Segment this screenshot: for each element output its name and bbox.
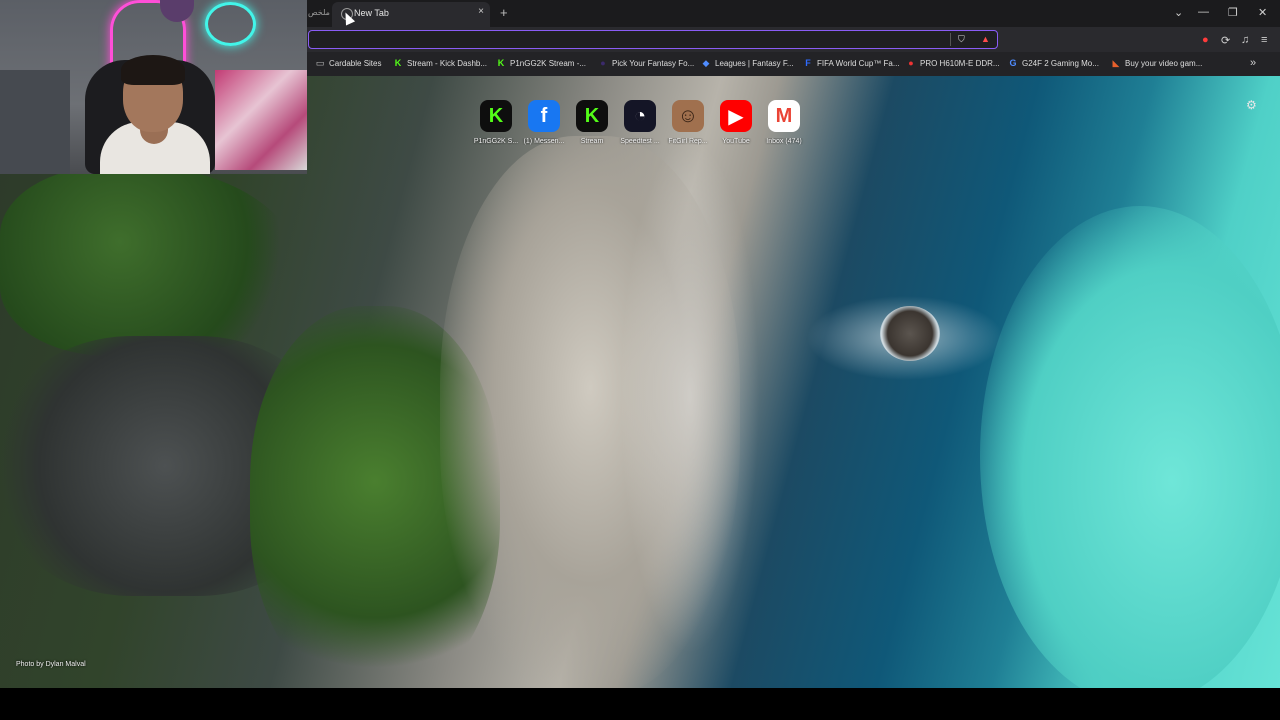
bookmark-item[interactable]: ● Pick Your Fantasy Fo... xyxy=(598,58,694,68)
restore-button[interactable]: ❐ xyxy=(1228,6,1238,19)
gmail-icon: M xyxy=(768,100,800,132)
top-site-label: YouTube xyxy=(722,138,750,145)
streamer-hair xyxy=(121,55,185,85)
top-site-tile[interactable]: ◔ Speedtest ... xyxy=(616,100,664,145)
google-icon: G xyxy=(1009,58,1017,68)
record-icon[interactable]: ● xyxy=(1202,34,1209,46)
close-window-button[interactable]: ✕ xyxy=(1258,6,1267,19)
bookmark-label: FIFA World Cup™ Fa... xyxy=(817,58,900,68)
top-site-tile[interactable]: K Stream xyxy=(568,100,616,145)
top-site-tile[interactable]: ☺ FitGirl Rep... xyxy=(664,100,712,145)
top-site-tile[interactable]: K P1nGG2K S... xyxy=(472,100,520,145)
store-icon: ◣ xyxy=(1112,58,1120,68)
minimize-button[interactable]: — xyxy=(1198,6,1209,18)
fifa-icon: F xyxy=(805,58,811,68)
extensions-icon[interactable]: ⟳ xyxy=(1221,34,1230,47)
kick-icon: K xyxy=(394,58,402,68)
tab-search-icon[interactable]: ⌄ xyxy=(1174,6,1183,19)
bookmark-label: Pick Your Fantasy Fo... xyxy=(612,58,695,68)
bookmark-label: Cardable Sites xyxy=(329,58,382,68)
new-tab-button[interactable]: + xyxy=(500,6,508,19)
tab-strip-label: ملخص xyxy=(308,8,330,17)
top-site-label: Stream xyxy=(580,138,604,145)
tab-close-icon[interactable]: × xyxy=(478,6,484,17)
kick-icon: K xyxy=(480,100,512,132)
fantasy-icon: ● xyxy=(600,58,606,68)
folder-icon: ▭ xyxy=(315,58,325,68)
top-site-tile[interactable]: ▶ YouTube xyxy=(712,100,760,145)
top-site-label: Inbox (474) xyxy=(766,138,802,145)
top-site-label: Speedtest ... xyxy=(620,138,660,145)
kick-icon: K xyxy=(497,58,505,68)
bookmarks-overflow-button[interactable]: » xyxy=(1250,57,1256,69)
bookmark-item[interactable]: ▭ Cardable Sites xyxy=(315,58,382,68)
bookmark-item[interactable]: G G24F 2 Gaming Mo... xyxy=(1008,58,1099,68)
bookmark-item[interactable]: K P1nGG2K Stream -... xyxy=(496,58,586,68)
speedtest-icon: ◔ xyxy=(624,100,656,132)
bottom-letterbox xyxy=(0,688,1280,720)
brave-shield-icon[interactable]: ⛉ xyxy=(958,34,965,45)
top-site-tile[interactable]: M Inbox (474) xyxy=(760,100,808,145)
wallpaper-islet xyxy=(880,306,940,361)
bookmark-label: Leagues | Fantasy F... xyxy=(715,58,794,68)
top-site-label: P1nGG2K S... xyxy=(473,138,519,145)
brave-rewards-icon[interactable]: ▲ xyxy=(981,34,990,44)
toolbar-divider xyxy=(950,33,951,46)
wallpaper-surf xyxy=(620,136,760,656)
gear-icon[interactable]: ⚙ xyxy=(1246,98,1257,112)
bookmark-label: Buy your video gam... xyxy=(1125,58,1203,68)
bookmark-label: P1nGG2K Stream -... xyxy=(510,58,587,68)
tab-title: New Tab xyxy=(354,8,389,18)
asus-icon: ● xyxy=(908,58,914,68)
kick-icon: K xyxy=(576,100,608,132)
bookmark-label: PRO H610M-E DDR... xyxy=(920,58,1000,68)
bookmark-item[interactable]: ● PRO H610M-E DDR... xyxy=(906,58,1000,68)
wallpaper-shallow-water xyxy=(980,206,1280,688)
fitgirl-icon: ☺ xyxy=(672,100,704,132)
bookmark-label: G24F 2 Gaming Mo... xyxy=(1022,58,1099,68)
tab-new-tab[interactable]: New Tab × xyxy=(332,2,490,27)
wallpaper-trees xyxy=(0,166,300,356)
top-site-label: (1) Messen... xyxy=(523,138,565,145)
webcam-background-door xyxy=(0,70,70,174)
bookmark-item[interactable]: K Stream - Kick Dashb... xyxy=(393,58,487,68)
facebook-icon: f xyxy=(528,100,560,132)
youtube-icon: ▶ xyxy=(720,100,752,132)
webcam-overlay xyxy=(0,0,307,174)
leagues-icon: ◆ xyxy=(702,58,710,68)
bookmark-item[interactable]: F FIFA World Cup™ Fa... xyxy=(803,58,900,68)
neon-light-cyan xyxy=(205,2,256,46)
bookmark-item[interactable]: ◆ Leagues | Fantasy F... xyxy=(701,58,794,68)
top-site-tile[interactable]: f (1) Messen... xyxy=(520,100,568,145)
top-site-label: FitGirl Rep... xyxy=(668,138,708,145)
photo-credit: Photo by Dylan Malval xyxy=(16,661,86,668)
bookmark-label: Stream - Kick Dashb... xyxy=(407,58,488,68)
webcam-bed xyxy=(215,70,307,170)
address-bar[interactable] xyxy=(308,30,998,49)
bookmark-item[interactable]: ◣ Buy your video gam... xyxy=(1111,58,1203,68)
menu-icon[interactable]: ≡ xyxy=(1261,34,1267,46)
music-icon[interactable]: ♫ xyxy=(1241,34,1249,46)
